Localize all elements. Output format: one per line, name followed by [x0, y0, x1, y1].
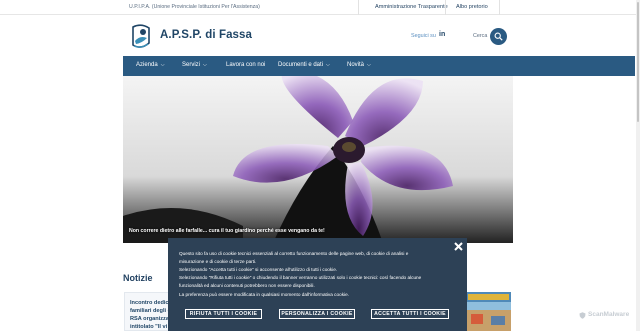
hero-flower-image — [123, 76, 513, 243]
news-title-line: RSA organizzat — [130, 316, 171, 322]
reject-cookies-button[interactable]: RIFIUTA TUTTI I COOKIE — [185, 309, 262, 319]
divider — [499, 0, 500, 15]
news-title-line: intitolato "Il vi — [130, 324, 168, 330]
linkedin-icon[interactable]: in — [439, 31, 445, 38]
news-card-title[interactable]: Incontro dedicato familiari degli o RSA … — [130, 299, 172, 331]
divider — [445, 0, 446, 15]
top-utility-bar: U.P.I.P.A. (Unione Provinciale Istituzio… — [0, 0, 640, 15]
cookie-text-line: Questo sito fa uso di cookie tecnici ess… — [179, 251, 409, 256]
shield-icon — [579, 312, 586, 319]
chevron-down-icon: ⌵ — [203, 62, 207, 68]
scrollbar-thumb[interactable] — [637, 2, 639, 122]
chevron-down-icon: ⌵ — [367, 62, 371, 68]
news-title-line: familiari degli o — [130, 308, 172, 314]
cookie-text-line: La preferenza può essere modificata in q… — [179, 292, 349, 297]
chevron-down-icon: ⌵ — [326, 62, 330, 68]
news-thumbnail — [466, 292, 511, 331]
main-navigation: Azienda ⌵ Servizi ⌵ Lavora con noi Documen… — [123, 56, 635, 76]
page: U.P.I.P.A. (Unione Provinciale Istituzio… — [0, 0, 640, 331]
site-brand[interactable]: A.P.S.P. di Fassa — [160, 29, 252, 41]
nav-item-label: Lavora con noi — [226, 62, 266, 68]
search-button[interactable] — [490, 28, 507, 45]
link-amministrazione-trasparente[interactable]: Amministrazione Trasparente — [375, 4, 448, 10]
cookie-text-line: Selezionando "Rifiuta tutti i cookie" o … — [179, 275, 422, 280]
news-title-line: Incontro dedicato — [130, 300, 172, 306]
nav-item-documenti-e-dati[interactable]: Documenti e dati ⌵ — [278, 62, 330, 68]
hero-caption: Non correre dietro alle farfalle... cura… — [129, 228, 325, 234]
cookie-text-line: misurazione e di cookie di terze parti. — [179, 259, 257, 264]
nav-item-label: Azienda — [136, 62, 158, 68]
site-header: A.P.S.P. di Fassa Seguici su in Cerca — [0, 15, 640, 56]
apsp-logo-icon[interactable] — [130, 23, 152, 50]
nav-item-label: Servizi — [182, 62, 201, 68]
link-albo-pretorio[interactable]: Albo pretorio — [456, 4, 488, 10]
nav-item-lavora-con-noi[interactable]: Lavora con noi — [226, 62, 265, 68]
upipa-label: U.P.I.P.A. (Unione Provinciale Istituzio… — [129, 4, 260, 10]
hero-slide[interactable]: Non correre dietro alle farfalle... cura… — [123, 76, 513, 243]
search-label: Cerca — [473, 33, 488, 39]
cookie-text-line: Selezionando "Accetta tutti i cookie" si… — [179, 267, 338, 272]
divider — [358, 0, 359, 15]
nav-item-novita[interactable]: Novità ⌵ — [347, 62, 371, 68]
nav-item-servizi[interactable]: Servizi ⌵ — [182, 62, 207, 68]
follow-label: Seguici su — [411, 33, 436, 39]
cookie-text-line: funzionalità ed alcuni contenuti potrebb… — [179, 283, 315, 288]
customize-cookies-button[interactable]: PERSONALIZZA I COOKIE — [279, 309, 355, 319]
chevron-down-icon: ⌵ — [160, 62, 165, 68]
accept-cookies-button[interactable]: ACCETTA TUTTI I COOKIE — [371, 309, 449, 319]
news-heading: Notizie — [123, 273, 153, 283]
nav-item-label: Novità — [347, 62, 365, 68]
scanmalware-watermark: ScanMalware — [588, 311, 630, 318]
nav-item-azienda[interactable]: Azienda ⌵ — [136, 62, 164, 68]
search-icon — [494, 32, 503, 41]
news-card-image[interactable] — [466, 292, 511, 331]
nav-item-label: Documenti e dati — [278, 62, 324, 68]
